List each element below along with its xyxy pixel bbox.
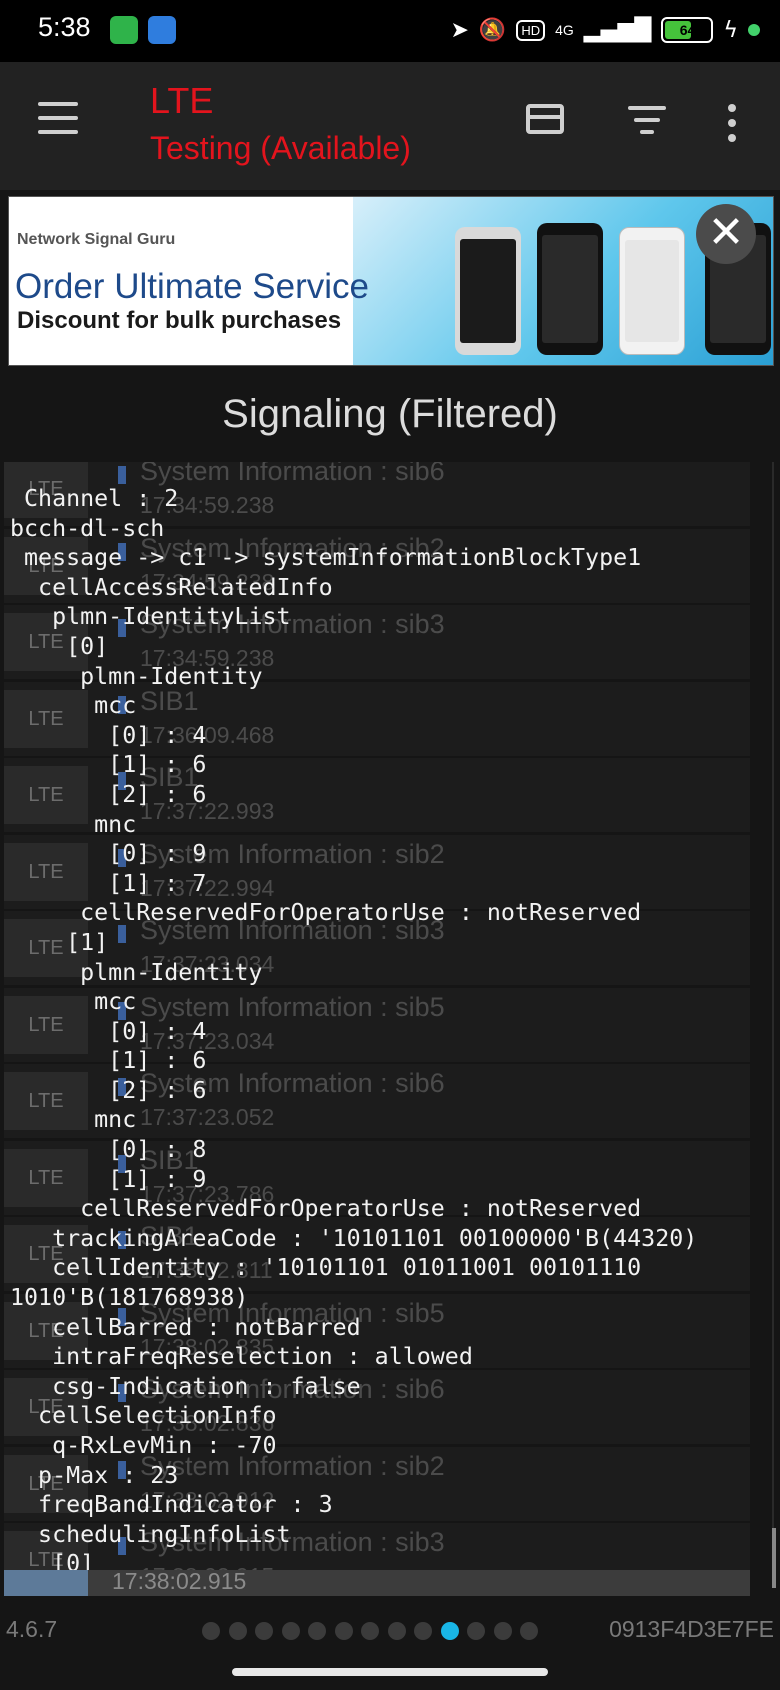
close-icon[interactable]: ✕	[696, 204, 756, 264]
detail-line: [1] : 7	[10, 869, 207, 897]
battery-icon: 64	[661, 17, 714, 43]
page-dot[interactable]	[387, 1622, 406, 1640]
detail-line: mcc	[10, 988, 137, 1016]
signal-icon: ▂▄▆█	[583, 17, 652, 43]
card-icon[interactable]	[526, 104, 564, 134]
phone-image	[537, 223, 603, 355]
status-bar: 5:38 ➤ 🔕 HD 4G ▂▄▆█ 64 ϟ	[0, 0, 780, 62]
battery-percent: 64	[679, 22, 696, 38]
detail-line: mcc	[10, 692, 137, 720]
page-dot[interactable]	[308, 1622, 326, 1640]
detail-line: [2] : 6	[10, 1076, 207, 1104]
app-subtitle: Testing (Available)	[150, 130, 411, 166]
status-icons: ➤ 🔕 HD 4G ▂▄▆█ 64 ϟ	[450, 14, 760, 46]
detail-line: Channel : 2	[10, 485, 179, 512]
app-version: 4.6.7	[6, 1616, 58, 1642]
detail-line: [0] : 4	[10, 721, 207, 749]
app-bar: LTE Testing (Available)	[0, 62, 780, 190]
page-dot[interactable]	[414, 1622, 432, 1640]
detail-line: cellReservedForOperatorUse : notReserved	[10, 899, 642, 927]
hd-icon: HD	[516, 19, 546, 41]
detail-line: cellIdentity : '10101101 01011001 001011…	[10, 1254, 642, 1282]
charging-icon: ϟ	[723, 17, 738, 43]
detail-line: cellReservedForOperatorUse : notReserved	[10, 1195, 642, 1223]
footer: 4.6.7 0913F4D3E7FE	[0, 1610, 780, 1652]
detail-line: [2] : 6	[10, 780, 207, 808]
detail-line: [1] : 9	[10, 1165, 207, 1193]
phone-image	[619, 227, 685, 355]
detail-line: plmn-Identity	[10, 662, 263, 690]
detail-line: cellSelectionInfo	[10, 1402, 277, 1430]
detail-line: intraFreqReselection : allowed	[10, 1343, 473, 1371]
page-dot[interactable]	[520, 1622, 538, 1640]
network-type: 4G	[555, 22, 574, 38]
notification-app-icon	[110, 16, 138, 44]
detail-line: [0] : 9	[10, 840, 207, 868]
page-indicator[interactable]	[202, 1622, 538, 1640]
selected-row-strip[interactable]: 17:38:02.915	[4, 1568, 750, 1596]
detail-line: message -> c1 -> systemInformationBlockT…	[10, 544, 642, 572]
page-dot[interactable]	[467, 1622, 485, 1640]
banner-brand: Network Signal Guru	[17, 231, 176, 248]
decoded-message-detail[interactable]: Channel : 2 bcch-dl-sch message -> c1 ->…	[10, 484, 780, 1579]
page-dot[interactable]	[334, 1622, 353, 1640]
filter-icon[interactable]	[628, 106, 666, 138]
detail-line: p-Max : 23	[10, 1461, 179, 1489]
location-arrow-icon: ➤	[450, 17, 469, 43]
selected-row-badge	[4, 1570, 88, 1596]
promo-banner[interactable]: Network Signal Guru Order Ultimate Servi…	[8, 196, 774, 366]
detail-line: [1] : 6	[10, 1047, 207, 1075]
detail-line: cellBarred : notBarred	[10, 1313, 361, 1341]
detail-line: mnc	[10, 1106, 137, 1134]
detail-line: plmn-Identity	[10, 958, 263, 986]
detail-line: 1010'B(181768938)	[10, 1284, 249, 1312]
section-title: Signaling (Filtered)	[222, 392, 558, 436]
detail-line: trackingAreaCode : '10101101 00100000'B(…	[10, 1224, 698, 1252]
detail-line: csg-Indication : false	[10, 1372, 361, 1400]
page-dot[interactable]	[228, 1622, 247, 1640]
more-vertical-icon[interactable]	[728, 104, 738, 149]
device-id: 0913F4D3E7FE	[609, 1616, 774, 1642]
row-marker-icon	[118, 466, 126, 484]
bell-muted-icon: 🔕	[478, 17, 507, 43]
page-dot[interactable]	[361, 1622, 379, 1640]
page-dot[interactable]	[493, 1622, 512, 1640]
status-time: 5:38	[38, 12, 91, 42]
detail-line: cellAccessRelatedInfo	[10, 573, 333, 601]
detail-line: [0] : 8	[10, 1136, 207, 1164]
phone-image	[455, 227, 521, 355]
detail-line: q-RxLevMin : -70	[10, 1432, 277, 1459]
active-dot-icon	[748, 24, 760, 36]
notification-chart-icon	[148, 16, 176, 44]
banner-headline: Order Ultimate Service	[15, 267, 369, 306]
detail-line: [1] : 6	[10, 751, 207, 779]
page-dot[interactable]	[202, 1622, 220, 1640]
app-title: LTE	[150, 80, 214, 121]
home-indicator[interactable]	[232, 1668, 548, 1676]
detail-line: bcch-dl-sch	[10, 514, 165, 542]
detail-line: mnc	[10, 810, 137, 838]
detail-line: freqBandIndicator : 3	[10, 1491, 333, 1519]
detail-line: plmn-IdentityList	[10, 603, 291, 631]
page-dot[interactable]	[281, 1622, 300, 1640]
menu-icon[interactable]	[38, 102, 78, 138]
banner-subline: Discount for bulk purchases	[17, 307, 342, 334]
detail-line: schedulingInfoList	[10, 1520, 291, 1548]
selected-row-time: 17:38:02.915	[112, 1568, 247, 1594]
page-dot[interactable]	[255, 1622, 273, 1640]
detail-line: [0]	[10, 632, 109, 660]
detail-line: [1]	[10, 928, 109, 956]
page-dot-active[interactable]	[440, 1622, 459, 1640]
detail-line: [0] : 4	[10, 1017, 207, 1045]
